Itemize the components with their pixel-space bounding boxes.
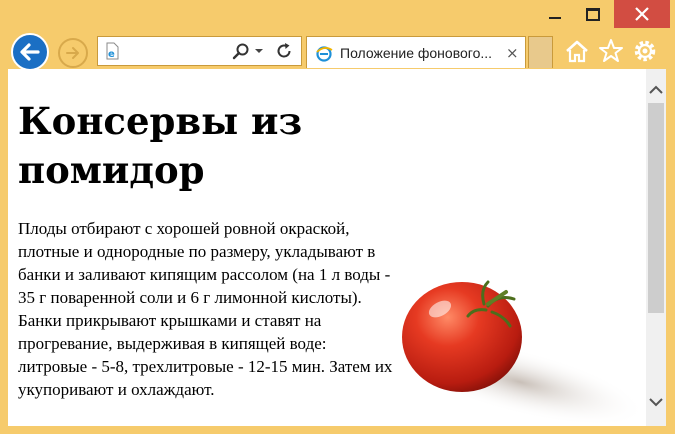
maximize-button[interactable] [578, 0, 608, 28]
star-icon[interactable] [598, 38, 624, 64]
tab-close-button[interactable]: × [506, 44, 519, 62]
back-arrow-icon [20, 43, 40, 61]
refresh-icon[interactable] [274, 41, 294, 61]
page-title: Консервы из помидор [18, 99, 303, 192]
forward-button[interactable] [58, 38, 88, 68]
gear-icon[interactable] [632, 38, 658, 64]
tab-active[interactable]: Положение фонового... × [306, 36, 526, 68]
scroll-down-icon[interactable] [646, 391, 666, 413]
svg-text:e: e [108, 49, 115, 60]
ie-tab-icon [316, 46, 333, 62]
address-bar: e [97, 36, 302, 66]
scroll-up-icon[interactable] [646, 79, 666, 101]
tomato-image [393, 280, 647, 426]
browser-window: e Положение фонового... × Консервы из по… [0, 0, 675, 434]
forward-arrow-icon [66, 47, 79, 59]
vertical-scrollbar[interactable] [646, 69, 666, 426]
close-window-button[interactable] [614, 0, 670, 28]
tab-label: Положение фонового... [340, 45, 493, 61]
minimize-button[interactable] [540, 0, 570, 28]
address-input[interactable] [124, 41, 228, 63]
home-icon[interactable] [564, 38, 590, 64]
search-icon[interactable] [232, 42, 250, 60]
close-icon [635, 7, 649, 21]
dropdown-icon[interactable] [254, 47, 264, 55]
page-content: Консервы из помидор Плоды отбирают с хор… [8, 69, 648, 426]
new-tab-button[interactable] [528, 36, 553, 68]
ie-page-icon: e [106, 42, 119, 60]
scroll-thumb[interactable] [648, 103, 664, 313]
page-viewport: Консервы из помидор Плоды отбирают с хор… [8, 69, 666, 426]
article-text: Плоды отбирают с хорошей ровной окраской… [18, 219, 393, 399]
back-button[interactable] [11, 33, 49, 71]
